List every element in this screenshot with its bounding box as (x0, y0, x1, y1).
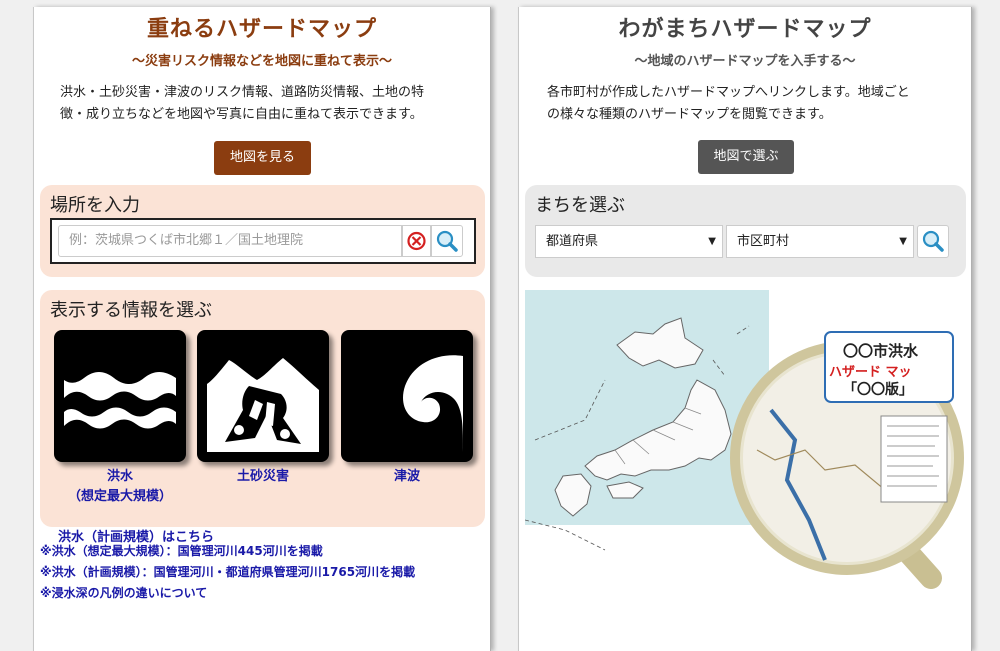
place-search-input[interactable]: 例：茨城県つくば市北郷１／国土地理院 (58, 225, 402, 257)
description-line: の様々な種類のハザードマップを閲覧できます。 (547, 107, 832, 122)
dropdown-arrow-icon: ▼ (899, 236, 907, 247)
info-select-box: 表示する情報を選ぶ 洪水 （想定最大規模） 土砂災害 津波 (40, 290, 485, 527)
subtitle: ～災害リスク情報などを地図に重ねて表示～ (131, 54, 392, 69)
landslide-tile[interactable] (197, 330, 329, 462)
japan-map-illustration[interactable]: 〇〇市洪水 ハザード マッ 「〇〇版」 (525, 290, 970, 590)
info-select-title: 表示する情報を選ぶ (50, 300, 212, 321)
place-search-button[interactable] (431, 225, 463, 257)
tsunami-tile[interactable] (341, 330, 473, 462)
description: 各市町村が作成したハザードマップへリンクします。地域ごと の様々な種類のハザード… (547, 82, 910, 126)
search-frame: 例：茨城県つくば市北郷１／国土地理院 (50, 218, 476, 264)
search-icon (436, 230, 458, 252)
sign-text-line1: 〇〇市洪水 (843, 342, 919, 360)
max-scale-note-link[interactable]: ※洪水（想定最大規模）：国管理河川445河川を掲載 (40, 542, 323, 559)
description-line: 徴・成り立ちなどを地図や写真に自由に重ねて表示できます。 (60, 107, 423, 122)
flood-icon (64, 340, 176, 452)
planned-scale-note-link[interactable]: ※洪水（計画規模）：国管理河川・都道府県管理河川1765河川を掲載 (40, 563, 415, 580)
page: 重ねるハザードマップ ～災害リスク情報などを地図に重ねて表示～ 洪水・土砂災害・… (0, 0, 1000, 651)
flood-label-line[interactable]: （想定最大規模） (54, 487, 186, 507)
sign-text-line2: ハザード マッ (829, 365, 912, 380)
sign-text-line3: 「〇〇版」 (843, 381, 913, 398)
dropdown-arrow-icon: ▼ (708, 236, 716, 247)
city-select[interactable]: 市区町村 ▼ (726, 225, 914, 258)
place-search-box: 場所を入力 例：茨城県つくば市北郷１／国土地理院 (40, 185, 485, 277)
prefecture-select[interactable]: 都道府県 ▼ (535, 225, 723, 258)
tsunami-icon (351, 340, 463, 452)
overlay-hazard-map-panel: 重ねるハザードマップ ～災害リスク情報などを地図に重ねて表示～ 洪水・土砂災害・… (33, 7, 491, 651)
clear-icon (407, 231, 426, 251)
description: 洪水・土砂災害・津波のリスク情報、道路防災情報、土地の特 徴・成り立ちなどを地図… (60, 82, 424, 126)
select-by-map-button[interactable]: 地図で選ぶ (698, 140, 794, 174)
town-search-button[interactable] (917, 225, 949, 258)
legend-panel (880, 415, 948, 503)
search-icon (922, 230, 944, 252)
town-select-box: まちを選ぶ 都道府県 ▼ 市区町村 ▼ (525, 185, 966, 277)
page-title: わがまちハザードマップ (618, 17, 872, 42)
flood-label-line[interactable]: 洪水 (54, 467, 186, 487)
depth-legend-link[interactable]: ※浸水深の凡例の違いについて (40, 584, 207, 601)
landslide-label[interactable]: 土砂災害 (197, 467, 329, 487)
prefecture-value: 都道府県 (546, 234, 599, 249)
page-title: 重ねるハザードマップ (146, 17, 377, 42)
local-hazard-map-panel: わがまちハザードマップ ～地域のハザードマップを入手する～ 各市町村が作成したハ… (518, 7, 972, 651)
subtitle: ～地域のハザードマップを入手する～ (634, 54, 856, 69)
town-select-title: まちを選ぶ (535, 195, 625, 216)
clear-button[interactable] (402, 225, 431, 257)
tsunami-label[interactable]: 津波 (341, 467, 473, 487)
landslide-icon (207, 340, 319, 452)
description-line: 洪水・土砂災害・津波のリスク情報、道路防災情報、土地の特 (60, 85, 425, 100)
flood-label[interactable]: 洪水 （想定最大規模） (54, 467, 186, 507)
place-search-title: 場所を入力 (50, 195, 140, 216)
view-map-button[interactable]: 地図を見る (214, 141, 311, 175)
flood-tile[interactable] (54, 330, 186, 462)
description-line: 各市町村が作成したハザードマップへリンクします。地域ごと (547, 85, 910, 100)
city-value: 市区町村 (737, 234, 790, 249)
